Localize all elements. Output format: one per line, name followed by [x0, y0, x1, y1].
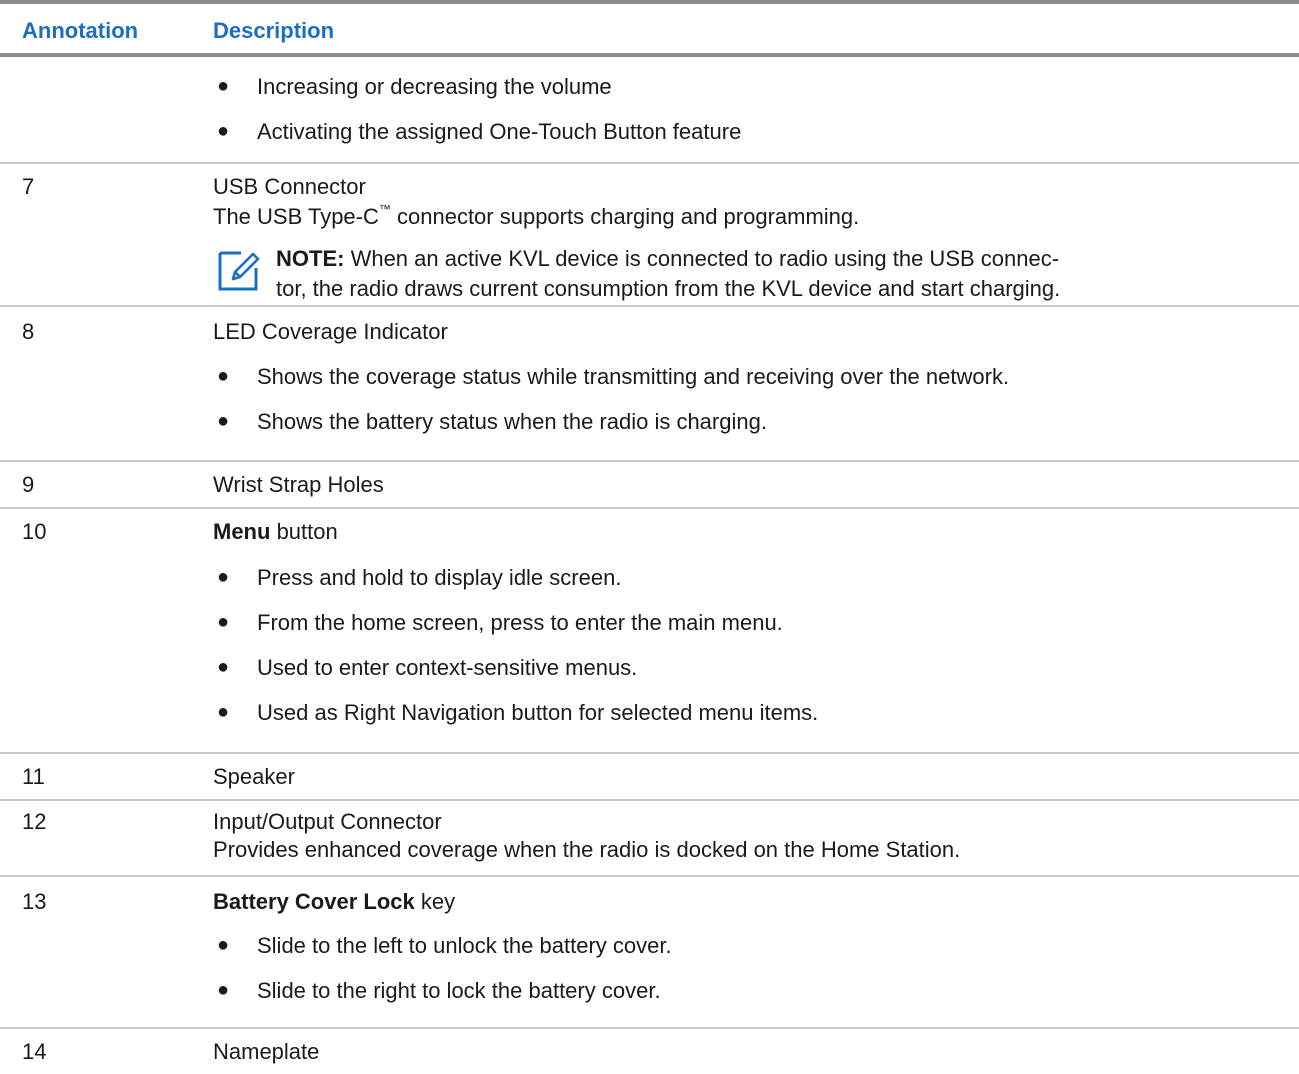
bullet-icon: ●: [217, 934, 230, 956]
annotation-number: 8: [22, 319, 35, 344]
row-description: Provides enhanced coverage when the radi…: [213, 837, 961, 862]
bullet-icon: ●: [217, 120, 230, 142]
table-row-continued: ● Increasing or decreasing the volume ● …: [0, 57, 1299, 164]
bullet-icon: ●: [217, 656, 230, 678]
table-row-7: 7 USB Connector The USB Type-C™ connecto…: [0, 164, 1299, 307]
bullet-icon: ●: [217, 701, 230, 723]
annotation-number: 11: [22, 764, 45, 789]
list-item: Used to enter context-sensitive menus.: [257, 655, 638, 680]
row-title: Input/Output Connector: [213, 809, 442, 834]
table-row-11: 11 Speaker: [0, 754, 1299, 801]
row-description: The USB Type-C™ connector supports charg…: [213, 202, 860, 229]
note-pencil-icon: [218, 251, 260, 291]
list-item: Slide to the left to unlock the battery …: [257, 933, 672, 958]
table-header: Annotation Description: [0, 0, 1299, 57]
row-title: USB Connector: [213, 174, 366, 199]
list-item: Shows the coverage status while transmit…: [257, 364, 1010, 389]
annotation-number: 12: [22, 809, 47, 834]
bullet-icon: ●: [217, 75, 230, 97]
table-row-8: 8 LED Coverage Indicator ● Shows the cov…: [0, 307, 1299, 462]
bullet-icon: ●: [217, 979, 230, 1001]
annotation-number: 14: [22, 1039, 47, 1064]
list-item: Slide to the right to lock the battery c…: [257, 978, 661, 1003]
row-title: LED Coverage Indicator: [213, 319, 448, 344]
list-item: Used as Right Navigation button for sele…: [257, 700, 819, 725]
header-annotation: Annotation: [22, 18, 139, 43]
note-text: NOTE: When an active KVL device is conne…: [276, 246, 1061, 301]
list-item: Activating the assigned One-Touch Button…: [257, 119, 742, 144]
table-row-12: 12 Input/Output Connector Provides enhan…: [0, 801, 1299, 877]
row-title: Speaker: [213, 764, 295, 789]
list-item: Increasing or decreasing the volume: [257, 74, 612, 99]
table-row-13: 13 Battery Cover Lock key ● Slide to the…: [0, 877, 1299, 1029]
bullet-icon: ●: [217, 611, 230, 633]
row-title: Battery Cover Lock key: [213, 889, 456, 914]
table-row-14: 14 Nameplate: [0, 1029, 1299, 1074]
annotation-number: 13: [22, 889, 47, 914]
table-row-10: 10 Menu button ● Press and hold to displ…: [0, 509, 1299, 754]
bullet-icon: ●: [217, 410, 230, 432]
list-item: From the home screen, press to enter the…: [257, 610, 783, 635]
list-item: Press and hold to display idle screen.: [257, 565, 622, 590]
bullet-icon: ●: [217, 566, 230, 588]
row-title: Wrist Strap Holes: [213, 472, 384, 497]
annotation-number: 7: [22, 174, 35, 199]
bullet-icon: ●: [217, 365, 230, 387]
header-description: Description: [213, 18, 335, 43]
annotation-number: 10: [22, 519, 47, 544]
row-title: Nameplate: [213, 1039, 320, 1064]
table-row-9: 9 Wrist Strap Holes: [0, 462, 1299, 509]
row-title: Menu button: [213, 519, 338, 544]
list-item: Shows the battery status when the radio …: [257, 409, 767, 434]
annotation-number: 9: [22, 472, 35, 497]
